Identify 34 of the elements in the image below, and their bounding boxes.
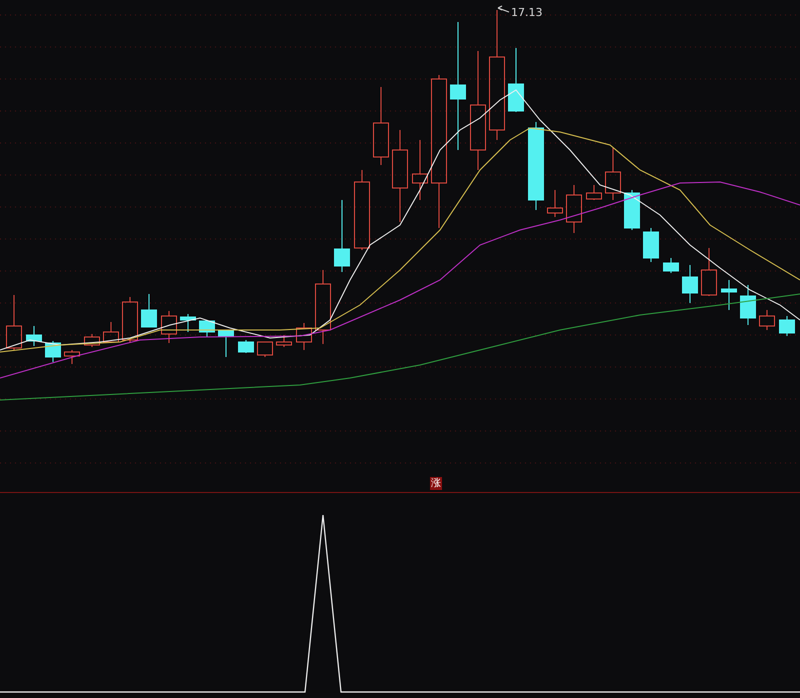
candlestick [740, 284, 756, 326]
candlestick [701, 248, 717, 296]
candlestick [84, 334, 100, 348]
candlestick [721, 280, 737, 310]
candlestick [296, 322, 312, 350]
candlestick [779, 316, 795, 336]
signal-marker: 涨 [430, 477, 442, 490]
candlestick [218, 330, 234, 358]
candlestick [412, 140, 428, 200]
leader-line [498, 6, 510, 12]
candlestick [26, 326, 42, 346]
candlestick [141, 294, 157, 328]
candlestick [508, 48, 524, 112]
candlestick [238, 340, 254, 354]
candlestick [180, 314, 196, 332]
candlestick [566, 184, 582, 234]
candlestick [624, 190, 640, 230]
candlestick [45, 340, 61, 362]
candlestick [6, 294, 22, 350]
candlestick [199, 320, 215, 338]
candlestick [663, 258, 679, 274]
candlestick [643, 228, 659, 262]
candlestick [257, 342, 273, 358]
candlestick [605, 148, 621, 200]
candlestick [161, 310, 177, 344]
candlestick [759, 310, 775, 330]
candlestick [586, 184, 602, 200]
candlestick [122, 296, 138, 344]
candlestick [276, 334, 292, 348]
candlestick [547, 190, 563, 218]
candlestick [64, 350, 80, 364]
high-price-label: 17.13 [511, 6, 542, 20]
candlestick [103, 322, 119, 344]
candlestick [682, 264, 698, 304]
